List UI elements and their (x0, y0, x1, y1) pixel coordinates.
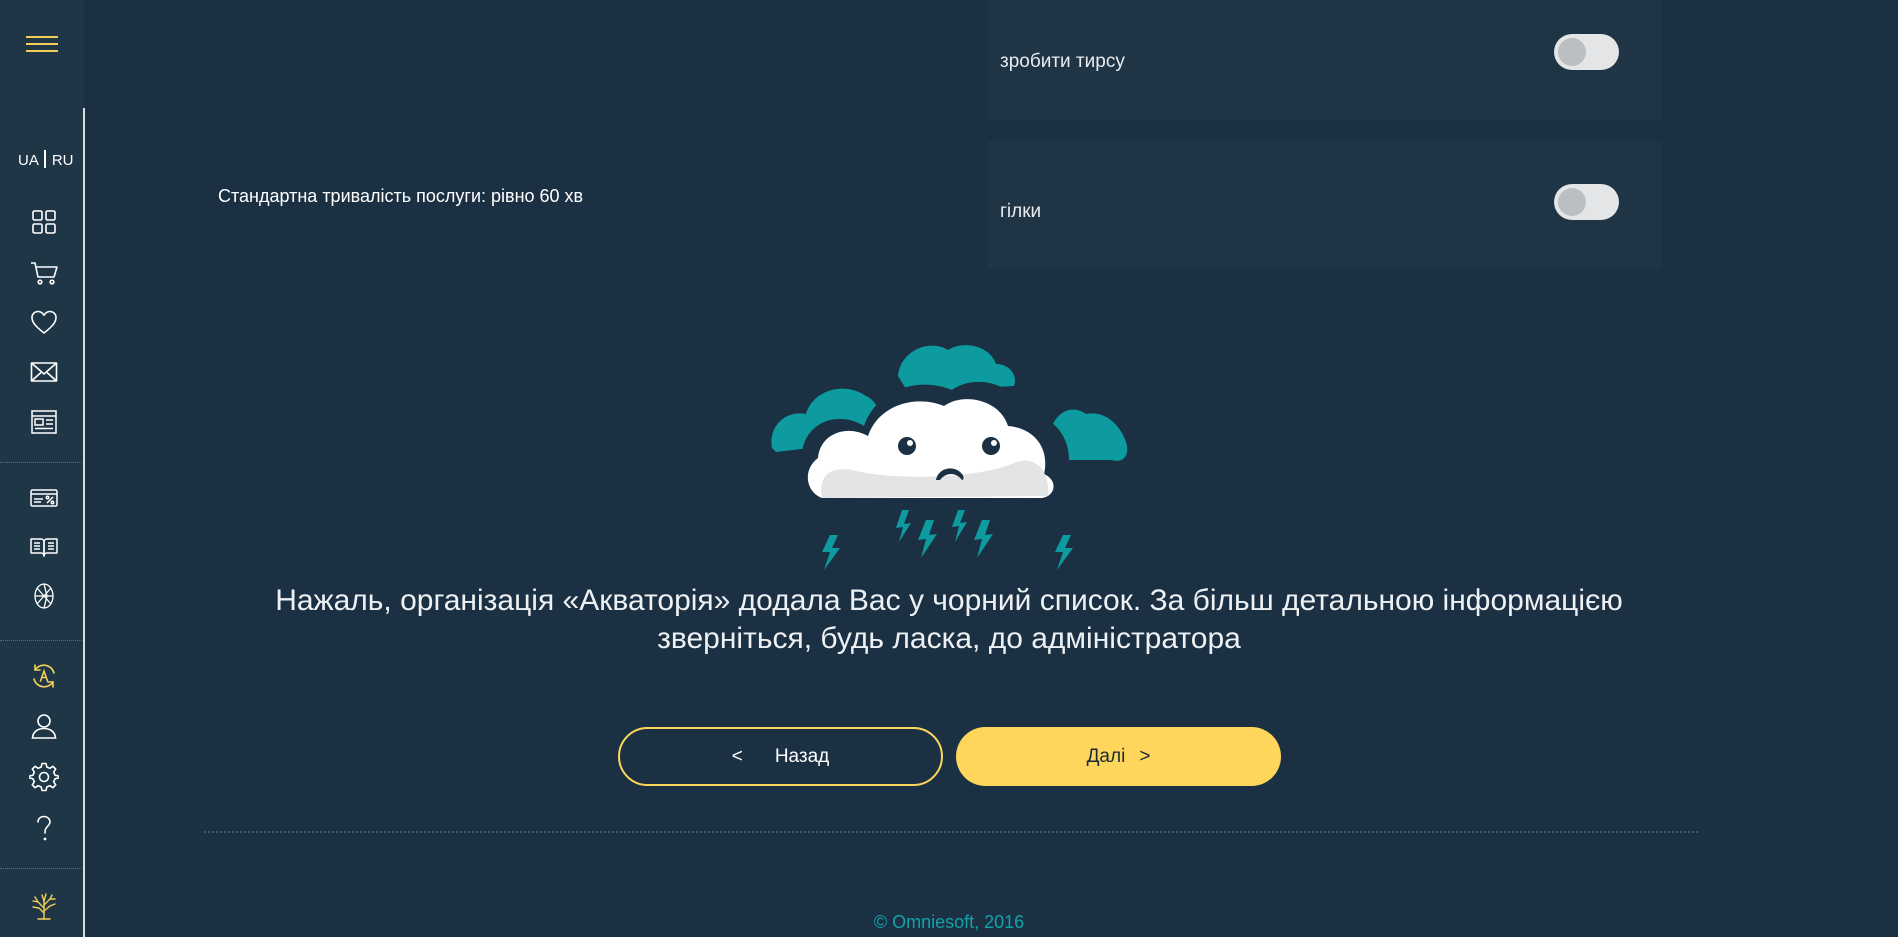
book-icon[interactable] (29, 532, 59, 562)
option-card: зробити тирсу (988, 0, 1661, 120)
news-icon[interactable] (29, 407, 59, 437)
blacklist-message: Нажаль, організація «Акваторія» додала В… (200, 582, 1698, 658)
help-icon[interactable] (29, 813, 59, 843)
back-arrow-icon: < (731, 745, 743, 767)
dashboard-grid-icon[interactable] (29, 207, 59, 237)
message-line: Нажаль, організація «Акваторія» додала В… (275, 584, 1623, 617)
sidebar-border (83, 108, 85, 937)
message-line: зверніться, будь ласка, до адміністратор… (657, 622, 1241, 655)
user-icon[interactable] (29, 711, 59, 741)
option-label: зробити тирсу (1000, 51, 1125, 72)
lang-ru-button[interactable]: RU (52, 152, 74, 169)
toggle-knob (1558, 188, 1586, 216)
next-arrow-icon: > (1139, 745, 1151, 767)
option-toggle[interactable] (1554, 184, 1619, 220)
sad-storm-cloud-illustration (768, 330, 1133, 575)
sidebar: UA RU (0, 0, 84, 937)
copyright-text: © Omniesoft, 2016 (873, 912, 1025, 932)
mail-icon[interactable] (29, 357, 59, 387)
footer-divider (204, 831, 1698, 833)
back-button[interactable]: < Назад (618, 727, 943, 786)
language-switch: UA RU (18, 150, 74, 169)
aperture-icon[interactable] (29, 581, 59, 611)
next-button[interactable]: Далі > (956, 727, 1281, 786)
next-button-label: Далі (1086, 745, 1126, 767)
discount-card-icon[interactable] (29, 483, 59, 513)
sync-account-icon[interactable] (29, 661, 59, 691)
service-duration-text: Стандартна тривалість послуги: рівно 60 … (218, 186, 584, 206)
option-toggle[interactable] (1554, 34, 1619, 70)
back-button-label: Назад (774, 745, 830, 767)
cart-icon[interactable] (29, 257, 59, 287)
sidebar-divider (0, 462, 84, 463)
lang-ua-button[interactable]: UA (18, 152, 39, 169)
option-card: гілки (988, 141, 1661, 269)
sidebar-divider (0, 868, 84, 869)
menu-icon[interactable] (26, 36, 58, 58)
toggle-knob (1558, 38, 1586, 66)
gear-icon[interactable] (29, 762, 59, 792)
heart-icon[interactable] (29, 307, 59, 337)
option-label: гілки (1000, 201, 1042, 222)
sidebar-divider (0, 640, 84, 641)
lang-separator (43, 150, 46, 168)
